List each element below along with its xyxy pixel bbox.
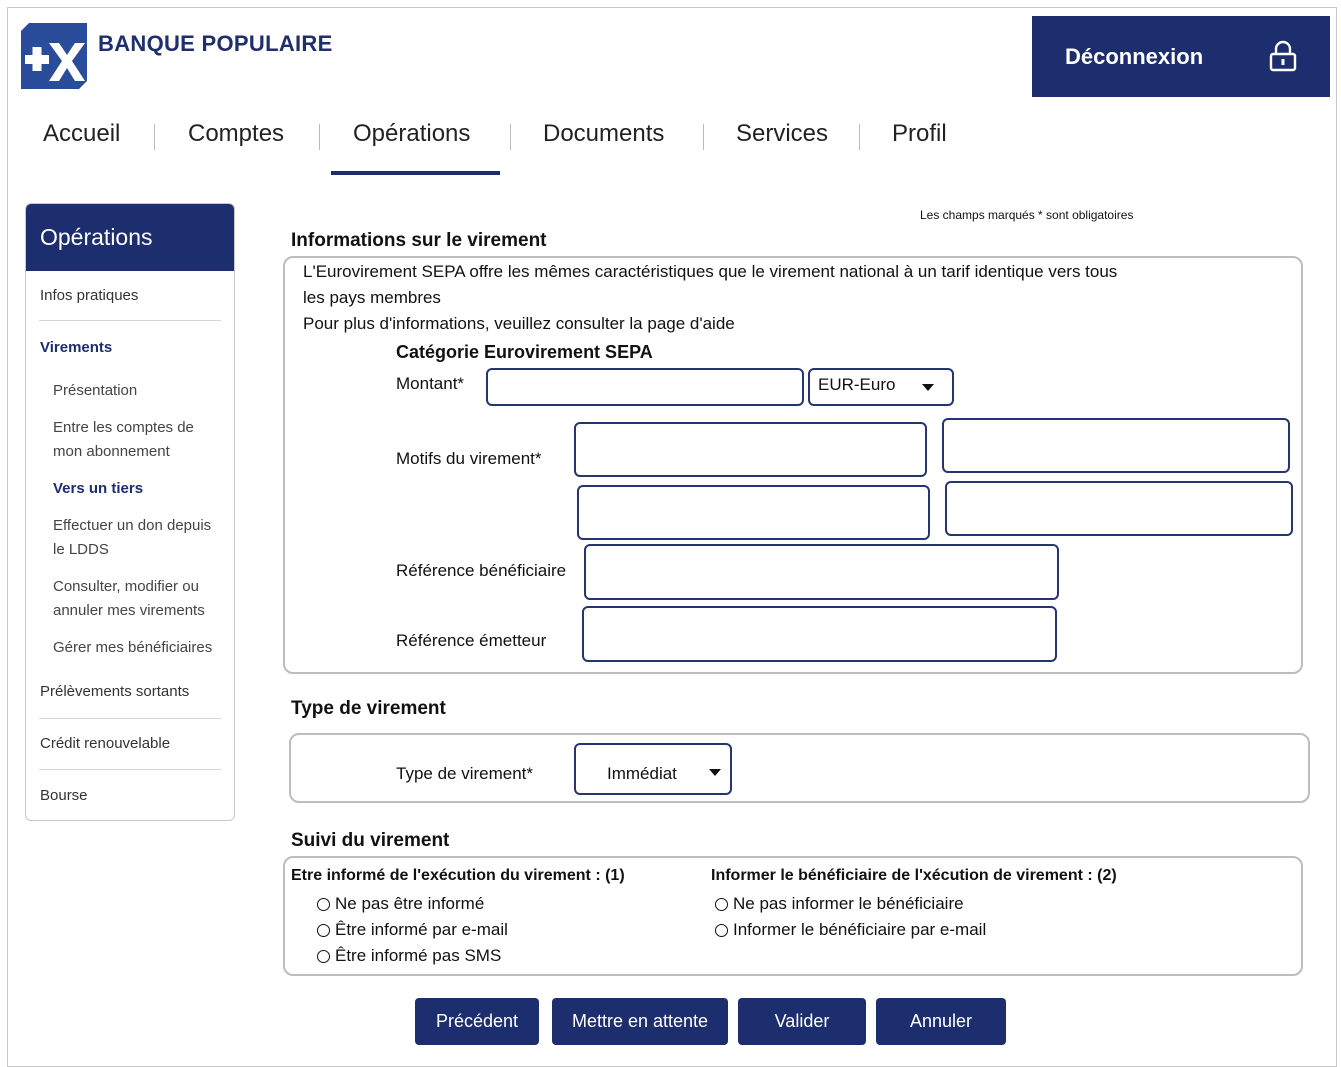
radio-circle[interactable]	[317, 897, 330, 911]
nav-profil[interactable]: Profil	[892, 120, 947, 148]
sidebar-subitem-don-ldds-line2[interactable]: le LDDS	[53, 538, 109, 562]
previous-button[interactable]: Précédent	[415, 998, 539, 1045]
radio-notify-sms-label: Être informé pas SMS	[335, 946, 502, 965]
validate-button[interactable]: Valider	[738, 998, 866, 1045]
reason-input-3[interactable]	[577, 485, 930, 540]
sender-reference-label: Référence émetteur	[396, 631, 547, 650]
brand-name: BANQUE POPULAIRE	[98, 31, 333, 56]
radio-circle[interactable]	[317, 923, 330, 937]
type-section-title: Type de virement	[291, 698, 446, 719]
nav-services[interactable]: Services	[736, 120, 828, 148]
nav-separator	[319, 124, 320, 150]
radio-notify-sms[interactable]: Être informé pas SMS	[317, 946, 501, 966]
logo-icon	[21, 23, 87, 89]
logout-button[interactable]: Déconnexion	[1032, 16, 1330, 97]
reason-input-1[interactable]	[574, 422, 927, 477]
radio-circle[interactable]	[715, 923, 728, 937]
currency-select[interactable]: EUR-Euro	[808, 368, 954, 406]
nav-separator	[703, 124, 704, 150]
radio-no-notify[interactable]: Ne pas être informé	[317, 894, 484, 914]
sidebar-title: Opérations	[26, 204, 234, 271]
required-fields-note: Les champs marqués * sont obligatoires	[920, 208, 1134, 222]
reason-label: Motifs du virement*	[396, 449, 542, 468]
self-notify-heading: Etre informé de l'exécution du virement …	[291, 867, 625, 884]
logout-label: Déconnexion	[1065, 43, 1204, 69]
beneficiary-reference-label: Référence bénéficiaire	[396, 561, 567, 580]
sidebar-subitem-consulter-line2[interactable]: annuler mes virements	[53, 599, 205, 623]
sidebar-subitem-entre-comptes[interactable]: Entre les comptes de	[53, 416, 194, 440]
radio-inform-beneficiary-email[interactable]: Informer le bénéficiaire par e-mail	[715, 920, 986, 940]
sidebar-item-virements[interactable]: Virements	[40, 336, 112, 360]
nav-accueil[interactable]: Accueil	[43, 120, 120, 148]
help-link-text: Pour plus d'informations, veuillez consu…	[303, 314, 735, 333]
amount-label: Montant*	[396, 374, 465, 393]
nav-operations[interactable]: Opérations	[353, 120, 470, 148]
tracking-section-title: Suivi du virement	[291, 830, 450, 851]
nav-comptes[interactable]: Comptes	[188, 120, 284, 148]
transfer-type-label: Type de virement*	[396, 764, 534, 783]
radio-circle[interactable]	[715, 897, 728, 911]
currency-value: EUR-Euro	[818, 375, 896, 394]
reason-input-2[interactable]	[942, 418, 1290, 473]
radio-no-inform-beneficiary[interactable]: Ne pas informer le bénéficiaire	[715, 894, 964, 914]
sidebar-subitem-consulter[interactable]: Consulter, modifier ou	[53, 575, 199, 599]
radio-notify-email[interactable]: Être informé par e-mail	[317, 920, 508, 940]
sidebar-divider	[39, 769, 221, 770]
sidebar: Opérations Infos pratiques Virements Pré…	[25, 203, 235, 821]
sidebar-subitem-vers-un-tiers[interactable]: Vers un tiers	[53, 477, 143, 501]
info-description-line2: les pays membres	[303, 288, 441, 307]
lock-icon	[1269, 40, 1297, 72]
nav-active-indicator	[331, 171, 500, 175]
sidebar-divider	[39, 718, 221, 719]
radio-no-inform-beneficiary-label: Ne pas informer le bénéficiaire	[733, 894, 964, 913]
nav-documents[interactable]: Documents	[543, 120, 664, 148]
nav-separator	[154, 124, 155, 150]
reason-input-4[interactable]	[945, 481, 1293, 536]
hold-button[interactable]: Mettre en attente	[552, 998, 728, 1045]
sender-reference-input[interactable]	[582, 606, 1057, 662]
banque-populaire-logo[interactable]	[21, 23, 87, 89]
sidebar-subitem-entre-comptes-line2[interactable]: mon abonnement	[53, 440, 170, 464]
sidebar-item-infos-pratiques[interactable]: Infos pratiques	[40, 284, 138, 308]
sidebar-subitem-beneficiaires[interactable]: Gérer mes bénéficiaires	[53, 636, 212, 660]
chevron-down-icon	[709, 769, 721, 776]
radio-no-notify-label: Ne pas être informé	[335, 894, 485, 913]
radio-notify-email-label: Être informé par e-mail	[335, 920, 508, 939]
sidebar-item-credit[interactable]: Crédit renouvelable	[40, 732, 170, 756]
sidebar-subitem-presentation[interactable]: Présentation	[53, 379, 137, 403]
nav-separator	[859, 124, 860, 150]
sidebar-item-prelevements[interactable]: Prélèvements sortants	[40, 680, 189, 704]
transfer-type-select[interactable]: Immédiat	[574, 743, 732, 795]
sidebar-subitem-don-ldds[interactable]: Effectuer un don depuis	[53, 514, 211, 538]
info-section-title: Informations sur le virement	[291, 230, 547, 251]
radio-inform-beneficiary-email-label: Informer le bénéficiaire par e-mail	[733, 920, 987, 939]
info-description: L'Eurovirement SEPA offre les mêmes cara…	[303, 262, 1118, 281]
cancel-button[interactable]: Annuler	[876, 998, 1006, 1045]
category-title: Catégorie Eurovirement SEPA	[396, 342, 653, 362]
nav-separator	[510, 124, 511, 150]
transfer-type-value: Immédiat	[607, 764, 677, 783]
radio-circle[interactable]	[317, 949, 330, 963]
sidebar-item-bourse[interactable]: Bourse	[40, 784, 88, 808]
beneficiary-reference-input[interactable]	[584, 544, 1059, 600]
chevron-down-icon	[922, 384, 934, 391]
sidebar-divider	[39, 320, 221, 321]
amount-input[interactable]	[486, 368, 804, 406]
beneficiary-notify-heading: Informer le bénéficiaire de l'xécution d…	[711, 867, 1117, 884]
